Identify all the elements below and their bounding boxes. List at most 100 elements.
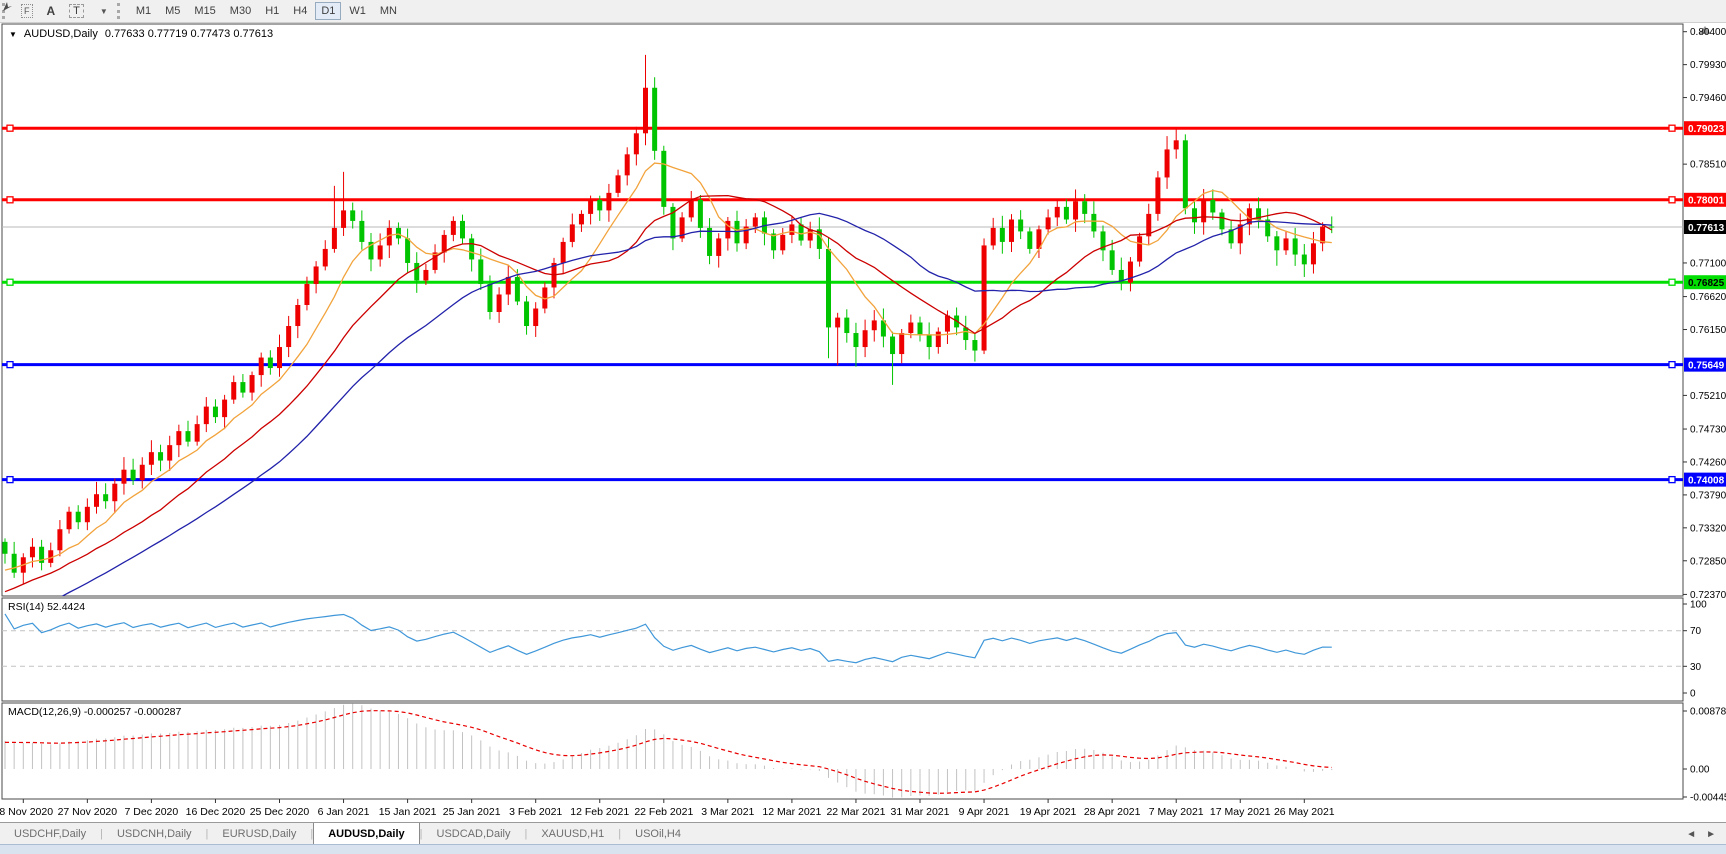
chart-tabs: USDCHF,Daily|USDCNH,Daily|EURUSD,Daily|A… — [0, 823, 695, 845]
candle-body — [167, 445, 172, 460]
tab-usdcad-daily[interactable]: USDCAD,Daily — [423, 823, 525, 845]
chart-title-bar[interactable]: ▼ AUDUSD,Daily 0.77633 0.77719 0.77473 0… — [9, 28, 273, 40]
candle-body — [918, 323, 923, 335]
candle-body — [890, 337, 895, 355]
candle-body — [140, 465, 145, 480]
date-axis-label: 17 May 2021 — [1210, 806, 1271, 818]
candle-body — [616, 175, 621, 193]
price-axis-tick: 0.79460 — [1690, 93, 1726, 104]
text-tool-button[interactable]: A — [41, 2, 62, 20]
rsi-axis-tick: 0 — [1690, 689, 1696, 700]
candle-body — [936, 332, 941, 347]
chart-dropdown-icon[interactable]: ▼ — [9, 30, 17, 39]
candle-body — [30, 547, 35, 558]
toolbar-grip-icon[interactable] — [117, 3, 125, 19]
candle-body — [1137, 236, 1142, 261]
svg-text:0.75649: 0.75649 — [1688, 360, 1725, 371]
hline-handle[interactable] — [1669, 125, 1675, 131]
date-axis-label: 7 Dec 2020 — [125, 806, 179, 818]
date-axis-label: 22 Feb 2021 — [634, 806, 693, 818]
svg-text:0.77613: 0.77613 — [1688, 223, 1725, 234]
candle-body — [506, 277, 511, 295]
candle-body — [826, 249, 831, 327]
price-axis-tick: 0.73320 — [1690, 523, 1726, 534]
price-axis-tick: 0.76620 — [1690, 292, 1726, 303]
hline-handle[interactable] — [1669, 362, 1675, 368]
hline-handle[interactable] — [1669, 279, 1675, 285]
date-axis-label: 3 Feb 2021 — [509, 806, 562, 818]
timeframe-button-group: M1M5M15M30H1H4D1W1MN — [129, 2, 404, 20]
timeframe-button-d1[interactable]: D1 — [315, 2, 341, 20]
hline-handle[interactable] — [7, 125, 13, 131]
status-strip — [0, 844, 1726, 854]
candle-body — [643, 88, 648, 134]
candle-body — [1302, 255, 1307, 265]
candle-body — [85, 507, 90, 522]
hline-handle[interactable] — [1669, 477, 1675, 483]
chart-grid-icon: F — [21, 4, 33, 18]
date-axis-label: 22 Mar 2021 — [826, 806, 885, 818]
candle-body — [561, 242, 566, 263]
candle-body — [460, 221, 465, 239]
date-axis-label: 25 Jan 2021 — [443, 806, 501, 818]
timeframe-button-m5[interactable]: M5 — [159, 2, 186, 20]
candle-body — [295, 305, 300, 326]
macd-panel[interactable] — [2, 703, 1683, 799]
timeframe-button-m1[interactable]: M1 — [130, 2, 157, 20]
tab-usoil-h4[interactable]: USOil,H4 — [621, 823, 695, 845]
timeframe-button-m15[interactable]: M15 — [188, 2, 221, 20]
candle-body — [597, 200, 602, 211]
objects-dropdown-button[interactable]: ▼ — [92, 2, 114, 20]
ohlc-readout: 0.77633 0.77719 0.77473 0.77613 — [105, 28, 273, 40]
chart-canvas[interactable]: 0.804000.799300.794600.785100.771000.766… — [0, 0, 1726, 822]
hline-handle[interactable] — [7, 197, 13, 203]
chart-window-button[interactable]: F — [15, 2, 39, 20]
candle-body — [277, 347, 282, 368]
candle-body — [67, 512, 72, 530]
timeframe-button-h4[interactable]: H4 — [287, 2, 313, 20]
candle-body — [240, 382, 245, 393]
candle-body — [515, 277, 520, 302]
candle-body — [579, 214, 584, 225]
rsi-panel[interactable] — [2, 598, 1683, 701]
timeframe-button-m30[interactable]: M30 — [224, 2, 257, 20]
candle-body — [359, 221, 364, 242]
main-panel[interactable] — [2, 24, 1683, 596]
candle-body — [57, 529, 62, 550]
tab-audusd-daily[interactable]: AUDUSD,Daily — [313, 823, 419, 845]
hline-handle[interactable] — [7, 279, 13, 285]
candle-body — [268, 358, 273, 369]
macd-axis-tick: -0.004451 — [1690, 793, 1726, 804]
candle-body — [478, 259, 483, 284]
chart-title: AUDUSD,Daily — [24, 28, 98, 40]
tab-scroll-left-icon[interactable]: ◄ — [1686, 829, 1696, 840]
candle-body — [1192, 208, 1197, 222]
candle-body — [222, 400, 227, 418]
svg-text:0.76825: 0.76825 — [1688, 278, 1725, 289]
candle-body — [405, 238, 410, 263]
candle-body — [94, 494, 99, 507]
hline-handle[interactable] — [7, 477, 13, 483]
label-tool-button[interactable]: T — [63, 2, 90, 20]
candle-body — [853, 333, 858, 347]
hline-handle[interactable] — [1669, 197, 1675, 203]
candle-body — [908, 323, 913, 334]
date-axis-label: 9 Apr 2021 — [959, 806, 1010, 818]
timeframe-button-w1[interactable]: W1 — [343, 2, 372, 20]
tab-eurusd-daily[interactable]: EURUSD,Daily — [208, 823, 310, 845]
candle-body — [469, 238, 474, 259]
tab-usdcnh-daily[interactable]: USDCNH,Daily — [103, 823, 206, 845]
hline-handle[interactable] — [7, 362, 13, 368]
candle-body — [286, 326, 291, 347]
timeframe-button-mn[interactable]: MN — [374, 2, 403, 20]
timeframe-button-h1[interactable]: H1 — [259, 2, 285, 20]
tab-scroll-right-icon[interactable]: ► — [1706, 829, 1716, 840]
tab-usdchf-daily[interactable]: USDCHF,Daily — [0, 823, 100, 845]
macd-axis-tick: 0.00 — [1690, 765, 1710, 776]
date-axis-label: 25 Dec 2020 — [250, 806, 310, 818]
candle-body — [707, 228, 712, 256]
date-axis-label: 12 Mar 2021 — [762, 806, 821, 818]
candle-body — [414, 263, 419, 281]
tab-xauusd-h1[interactable]: XAUUSD,H1 — [527, 823, 618, 845]
candle-body — [1091, 214, 1096, 232]
